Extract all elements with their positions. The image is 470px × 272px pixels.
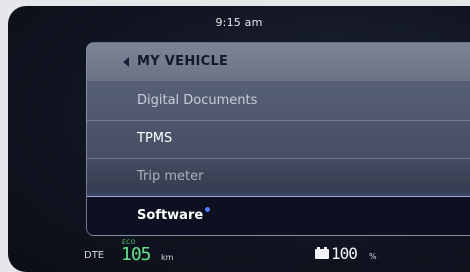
menu-item-digital-documents[interactable]: Digital Documents [87,83,470,119]
battery-icon [315,247,329,259]
menu-item-label: Trip meter [137,169,204,184]
display-screen: 9:15 am MY VEHICLE Digital Documents TPM… [8,6,470,272]
vehicle-menu: MY VEHICLE Digital Documents TPMS Trip m… [86,42,470,236]
menu-item-label: Software [137,208,204,223]
update-dot-icon [205,207,210,212]
device-bezel: 9:15 am MY VEHICLE Digital Documents TPM… [0,0,470,272]
menu-item-tpms[interactable]: TPMS [87,121,470,157]
menu-header-back[interactable]: MY VEHICLE [87,43,470,81]
battery-level: 100 [331,244,358,263]
status-bar: DTE ECO 105 km 100 % [8,236,470,272]
battery-unit: % [369,252,377,261]
range-unit: km [161,253,174,262]
range-value: 105 [121,244,151,265]
menu-item-software[interactable]: Software [87,196,470,235]
chevron-left-icon[interactable] [123,57,129,67]
menu-item-trip-meter[interactable]: Trip meter [87,159,470,195]
menu-title: MY VEHICLE [137,54,229,69]
dte-label: DTE [84,250,105,261]
menu-item-label: TPMS [137,131,173,146]
menu-item-label: Digital Documents [137,93,258,108]
clock: 9:15 am [215,16,263,29]
